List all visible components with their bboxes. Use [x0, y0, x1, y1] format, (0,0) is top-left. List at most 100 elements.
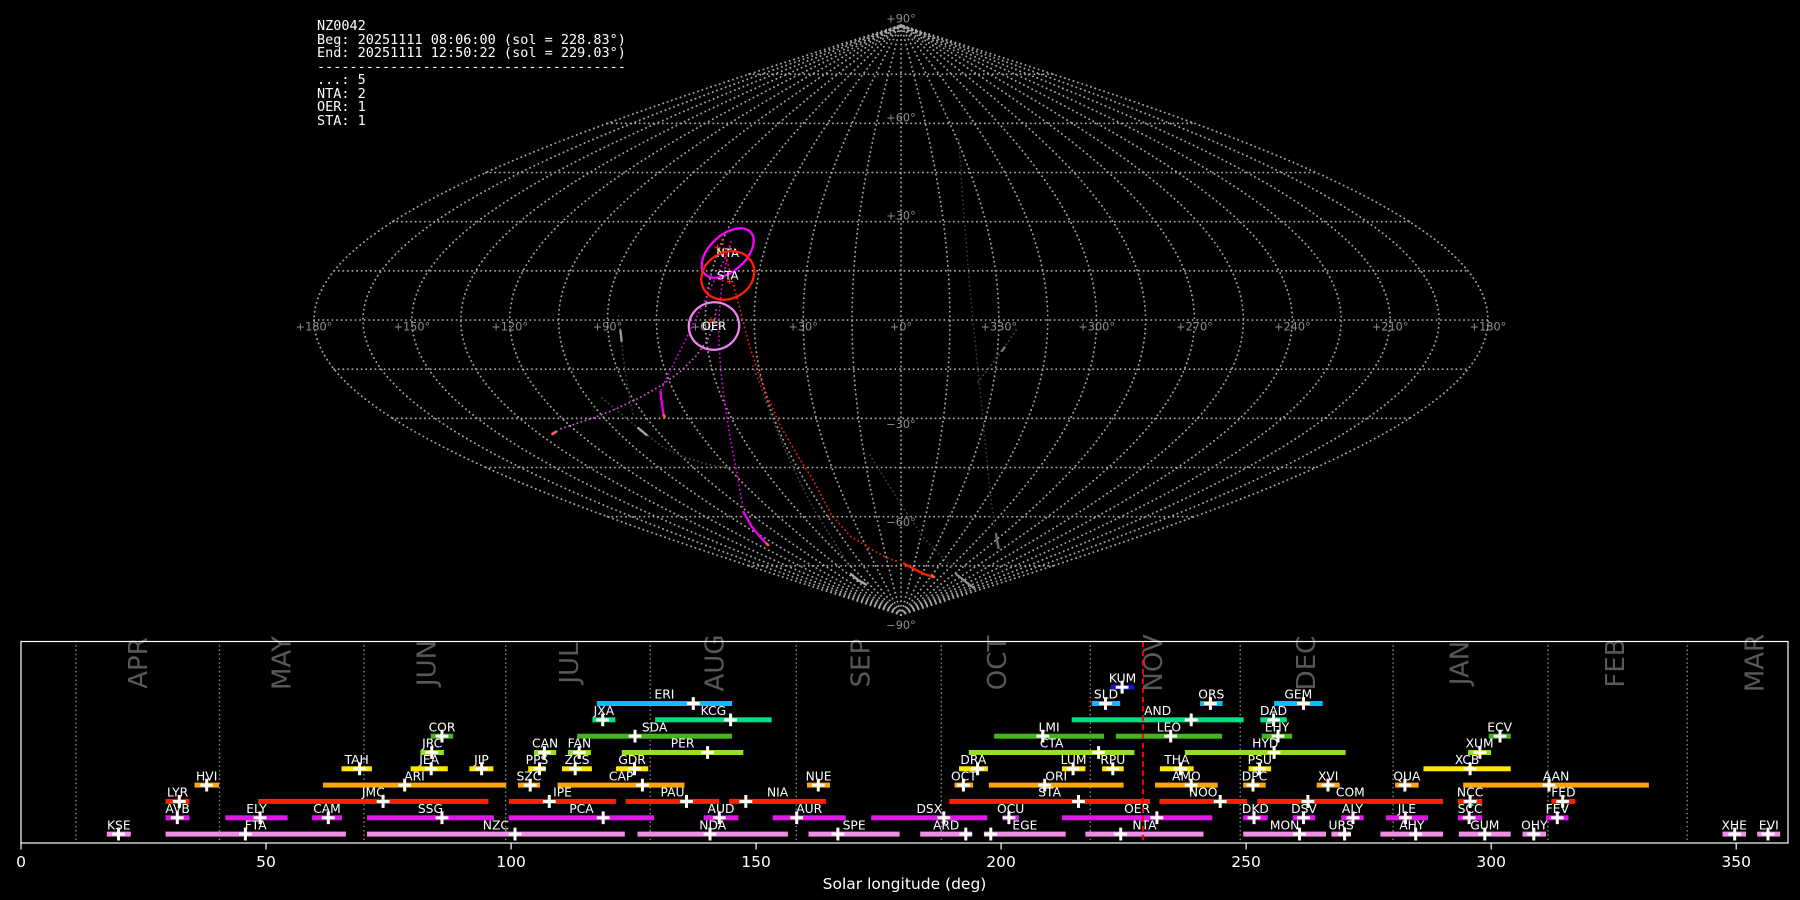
activity-peak-NZC [508, 827, 522, 841]
activity-label-GDR: GDR [618, 753, 646, 767]
plot-canvas: +180° +150° +120° +90° +60° +30° +0° +330° +300°… [16, 13, 1789, 893]
meteor-track-dotted-NTA [660, 241, 732, 391]
meteor-track-solid-sporadic [637, 426, 648, 437]
month-label-JAN: JAN [1445, 641, 1475, 687]
activity-bar-FTA [165, 831, 346, 837]
activity-label-HYD: HYD [1252, 737, 1278, 751]
meteor-track-dotted-NTA [718, 246, 744, 509]
meteor-track-solid-sporadic [849, 572, 868, 586]
activity-label-OCT: OCT [951, 769, 977, 783]
activity-bar-STA [949, 798, 1151, 804]
activity-label-LEO: LEO [1157, 720, 1181, 734]
activity-label-ERI: ERI [654, 688, 674, 702]
activity-label-PPS: PPS [526, 753, 549, 767]
activity-label-PCA: PCA [569, 802, 594, 816]
activity-label-COM: COM [1336, 786, 1365, 800]
activity-label-ELY: ELY [246, 802, 267, 816]
activity-label-SDA: SDA [642, 720, 668, 734]
meteor-track-solid-sporadic [619, 329, 623, 343]
sky-ra-label: +180° [1470, 321, 1507, 334]
activity-bar-IPE [509, 798, 616, 804]
activity-label-AMO: AMO [1172, 769, 1201, 783]
activity-label-JEA: JEA [418, 753, 439, 767]
activity-label-CAP: CAP [609, 769, 633, 783]
x-tick-label: 300 [1476, 853, 1506, 871]
activity-label-ARI: ARI [404, 769, 425, 783]
month-label-AUG: AUG [700, 635, 730, 692]
activity-label-ORI: ORI [1045, 769, 1067, 783]
activity-bar-PCA [508, 815, 655, 821]
meteor-track-dotted-sporadic [601, 397, 729, 469]
activity-label-AHY: AHY [1399, 818, 1425, 832]
activity-label-PSU: PSU [1248, 753, 1272, 767]
activity-peak-NTA [1114, 827, 1128, 841]
activity-label-OCU: OCU [997, 802, 1024, 816]
x-tick-label: 350 [1721, 853, 1751, 871]
activity-label-NUE: NUE [806, 769, 832, 783]
activity-label-AUR: AUR [796, 802, 822, 816]
sky-dec-label: −90° [886, 619, 916, 632]
month-label-OCT: OCT [983, 636, 1013, 691]
x-tick-label: 200 [986, 853, 1016, 871]
activity-peak-SDA [628, 729, 642, 743]
meteor-track-dotted-sporadic [958, 139, 996, 529]
activity-label-EHY: EHY [1265, 720, 1290, 734]
activity-label-ECV: ECV [1487, 720, 1512, 734]
activity-bar-AUR [772, 815, 846, 821]
month-label-FEB: FEB [1601, 638, 1631, 687]
activity-peak-NIA [739, 795, 753, 808]
month-label-APR: APR [124, 637, 154, 689]
activity-bar-PAU [625, 798, 720, 804]
activity-label-DAD: DAD [1260, 704, 1287, 718]
meteor-track-dotted-sporadic [976, 329, 1017, 385]
activity-label-ARD: ARD [933, 818, 959, 832]
activity-peak-ERI [686, 697, 700, 710]
sky-ra-label: +330° [980, 321, 1017, 334]
activity-label-NTA: NTA [1132, 818, 1157, 832]
activity-peak-AND [1184, 713, 1198, 727]
activity-label-PER: PER [671, 737, 695, 751]
month-label-MAY: MAY [268, 636, 298, 690]
activity-label-STA: STA [1038, 786, 1061, 800]
activity-label-DPC: DPC [1242, 769, 1267, 783]
activity-label-CAN: CAN [532, 737, 558, 751]
activity-peak-ARD [959, 827, 973, 841]
month-label-JUL: JUL [555, 642, 585, 686]
activity-label-EVI: EVI [1759, 818, 1779, 832]
activity-label-NOO: NOO [1189, 786, 1218, 800]
activity-label-MON: MON [1270, 818, 1300, 832]
activity-bar-MON [1243, 831, 1326, 837]
activity-label-DRA: DRA [960, 753, 987, 767]
activity-bar-NOO [1159, 798, 1248, 804]
activity-label-FED: FED [1551, 786, 1575, 800]
activity-peak-PCA [596, 811, 610, 825]
activity-label-ALY: ALY [1342, 802, 1364, 816]
activity-label-TAH: TAH [344, 753, 369, 767]
observation-summary: NZ0042 Beg: 20251111 08:06:00 (sol = 228… [317, 19, 626, 128]
activity-label-SPE: SPE [843, 818, 866, 832]
activity-label-NDA: NDA [699, 818, 726, 832]
activity-label-ORS: ORS [1198, 688, 1224, 702]
radiant-label-OER: OER [702, 319, 726, 333]
activity-label-AUD: AUD [708, 802, 735, 816]
activity-peak-PER [701, 746, 714, 759]
activity-label-AVB: AVB [165, 802, 189, 816]
meteor-end-mark-NTA [662, 413, 666, 419]
activity-peak-CAP [636, 778, 649, 792]
activity-label-SSG: SSG [418, 802, 443, 816]
activity-label-FAN: FAN [568, 737, 592, 751]
activity-label-COR: COR [429, 720, 456, 734]
x-tick-label: 250 [1231, 853, 1261, 871]
sky-dec-label: +30° [886, 210, 916, 223]
month-label-JUN: JUN [413, 640, 443, 688]
activity-label-FEV: FEV [1546, 802, 1570, 816]
meteor-end-mark-STA [930, 575, 936, 579]
activity-label-ZCS: ZCS [565, 753, 590, 767]
activity-label-XVI: XVI [1318, 769, 1338, 783]
activity-label-RPU: RPU [1100, 753, 1125, 767]
month-label-MAR: MAR [1740, 634, 1770, 692]
activity-label-DSX: DSX [916, 802, 942, 816]
sky-ra-label: +30° [788, 321, 818, 334]
activity-label-IPE: IPE [553, 786, 572, 800]
activity-label-DSV: DSV [1291, 802, 1317, 816]
